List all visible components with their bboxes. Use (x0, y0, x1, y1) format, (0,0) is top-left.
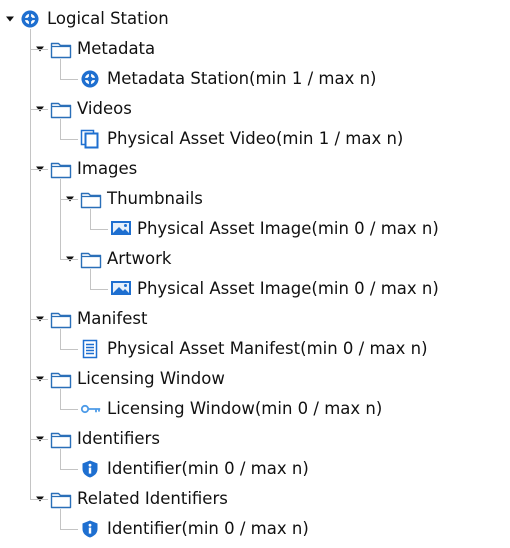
video-asset-icon (80, 129, 100, 149)
tree-node-related-identifiers[interactable]: Related Identifiers (0, 484, 510, 514)
tree-connector (60, 259, 78, 260)
manifest-icon (80, 339, 100, 359)
tree-connector (30, 29, 31, 499)
key-icon (80, 399, 101, 419)
tree-connector (60, 59, 61, 79)
tree-node-manifest[interactable]: Manifest (0, 304, 510, 334)
tree-connector (90, 289, 108, 290)
folder-icon (80, 249, 102, 269)
tree-node-label: Licensing Window(min 0 / max n) (107, 399, 383, 418)
tree-node-label: Videos (77, 99, 132, 118)
tree-connector (60, 119, 61, 139)
tree-connector (60, 409, 78, 410)
tree-node-identifiers[interactable]: Identifiers (0, 424, 510, 454)
tree-connector (30, 439, 48, 440)
tree-connector (60, 79, 78, 80)
collapse-toggle-icon[interactable] (5, 14, 15, 24)
tree-node-label: Metadata Station(min 1 / max n) (107, 69, 377, 88)
logical-station-icon (20, 9, 40, 29)
tree-node-label: Licensing Window (77, 369, 225, 388)
folder-icon (50, 39, 72, 59)
tree-connector (60, 449, 61, 469)
tree-node-label: Thumbnails (107, 189, 203, 208)
tree-connector (60, 389, 61, 409)
tree-connector (30, 49, 48, 50)
tree-connector (60, 139, 78, 140)
tree-connector (30, 169, 48, 170)
folder-icon (50, 309, 72, 329)
tree-node-label: Manifest (77, 309, 148, 328)
tree-node-metadata[interactable]: Metadata (0, 34, 510, 64)
tree-view: Logical Station Metadata Metadata Statio… (0, 0, 510, 548)
station-icon (80, 69, 100, 89)
tree-connector (30, 379, 48, 380)
tree-node-label: Identifier(min 0 / max n) (107, 519, 309, 538)
tree-node-label: Identifier(min 0 / max n) (107, 459, 309, 478)
tree-node-licensing-window[interactable]: Licensing Window (0, 364, 510, 394)
tree-node-label: Physical Asset Image(min 0 / max n) (137, 279, 439, 298)
tree-node-label: Logical Station (47, 9, 169, 28)
tree-leaf-physical-asset-image-min-0-max-n-9[interactable]: Physical Asset Image(min 0 / max n) (0, 274, 510, 304)
tree-node-images[interactable]: Images (0, 154, 510, 184)
tree-connector (90, 269, 91, 289)
folder-icon (50, 159, 72, 179)
identifier-shield-icon (80, 519, 100, 539)
tree-node-videos[interactable]: Videos (0, 94, 510, 124)
tree-connector (30, 109, 48, 110)
tree-node-logical-station[interactable]: Logical Station (0, 4, 510, 34)
tree-connector (60, 349, 78, 350)
folder-icon (80, 189, 102, 209)
tree-connector (60, 179, 61, 259)
image-asset-icon (110, 279, 131, 299)
tree-connector (60, 469, 78, 470)
tree-connector (30, 319, 48, 320)
tree-node-label: Images (77, 159, 138, 178)
folder-icon (50, 489, 72, 509)
tree-connector (60, 329, 61, 349)
tree-connector (30, 499, 48, 500)
tree-node-label: Metadata (77, 39, 156, 58)
tree-node-label: Physical Asset Video(min 1 / max n) (107, 129, 404, 148)
tree-connector (90, 209, 91, 229)
tree-leaf-physical-asset-image-min-0-max-n-7[interactable]: Physical Asset Image(min 0 / max n) (0, 214, 510, 244)
identifier-shield-icon (80, 459, 100, 479)
tree-node-label: Artwork (107, 249, 172, 268)
tree-connector (60, 509, 61, 529)
tree-node-label: Identifiers (77, 429, 160, 448)
tree-connector (60, 199, 78, 200)
folder-icon (50, 369, 72, 389)
tree-node-label: Physical Asset Image(min 0 / max n) (137, 219, 439, 238)
folder-icon (50, 99, 72, 119)
folder-icon (50, 429, 72, 449)
tree-node-label: Related Identifiers (77, 489, 228, 508)
image-asset-icon (110, 219, 131, 239)
tree-node-label: Physical Asset Manifest(min 0 / max n) (107, 339, 428, 358)
tree-connector (60, 529, 78, 530)
tree-connector (90, 229, 108, 230)
